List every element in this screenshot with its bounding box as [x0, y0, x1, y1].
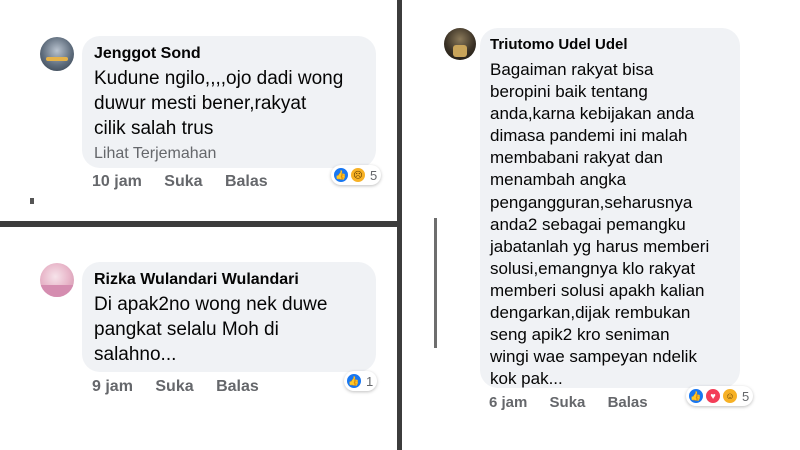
comment-author[interactable]: Triutomo Udel Udel: [490, 35, 730, 54]
reply-button[interactable]: Balas: [216, 378, 259, 395]
reaction-summary[interactable]: 👍 ♥ ☺ 5: [686, 386, 754, 406]
comment-bubble: Rizka Wulandari Wulandari Di apak2no won…: [82, 262, 376, 372]
like-button[interactable]: Suka: [155, 378, 193, 395]
comment-author[interactable]: Rizka Wulandari Wulandari: [94, 270, 364, 289]
avatar[interactable]: [444, 28, 476, 60]
see-translation-link[interactable]: Lihat Terjemahan: [94, 145, 364, 163]
comment-text: Bagaiman rakyat bisa beropini baik tenta…: [490, 60, 710, 389]
reply-button[interactable]: Balas: [608, 394, 648, 411]
panel-divider-horizontal: [0, 221, 397, 227]
reaction-summary[interactable]: 👍 1: [344, 371, 378, 391]
comment-text: Kudune ngilo,,,,ojo dadi wong duwur mest…: [94, 68, 344, 139]
like-icon: 👍: [346, 373, 362, 389]
like-button[interactable]: Suka: [164, 173, 202, 190]
comment-actions: 9 jam Suka Balas: [92, 378, 277, 396]
comment-time[interactable]: 6 jam: [489, 394, 527, 411]
reaction-count: 1: [366, 373, 374, 389]
like-icon: 👍: [333, 167, 349, 183]
reaction-count: 5: [742, 388, 750, 404]
avatar[interactable]: [40, 37, 74, 71]
comment-actions: 6 jam Suka Balas: [489, 394, 666, 411]
like-icon: 👍: [688, 388, 704, 404]
panel-divider-vertical: [397, 0, 402, 450]
comment-text: Di apak2no wong nek duwe pangkat selalu …: [94, 294, 328, 365]
like-button[interactable]: Suka: [550, 394, 586, 411]
avatar[interactable]: [40, 263, 74, 297]
comment-time[interactable]: 10 jam: [92, 173, 142, 190]
reaction-count: 5: [370, 167, 378, 183]
comment-bubble: Jenggot Sond Kudune ngilo,,,,ojo dadi wo…: [82, 36, 376, 168]
comment-actions: 10 jam Suka Balas: [92, 173, 286, 191]
reaction-summary[interactable]: 👍 ☹ 5: [331, 165, 382, 185]
sad-icon: ☹: [350, 167, 366, 183]
comment-author[interactable]: Jenggot Sond: [94, 44, 364, 63]
haha-icon: ☺: [722, 388, 738, 404]
comment-bubble: Triutomo Udel Udel Bagaiman rakyat bisa …: [480, 28, 740, 388]
love-icon: ♥: [705, 388, 721, 404]
reply-button[interactable]: Balas: [225, 173, 268, 190]
scrollbar[interactable]: [434, 218, 437, 348]
cursor-mark: [30, 198, 34, 204]
comment-time[interactable]: 9 jam: [92, 378, 133, 395]
